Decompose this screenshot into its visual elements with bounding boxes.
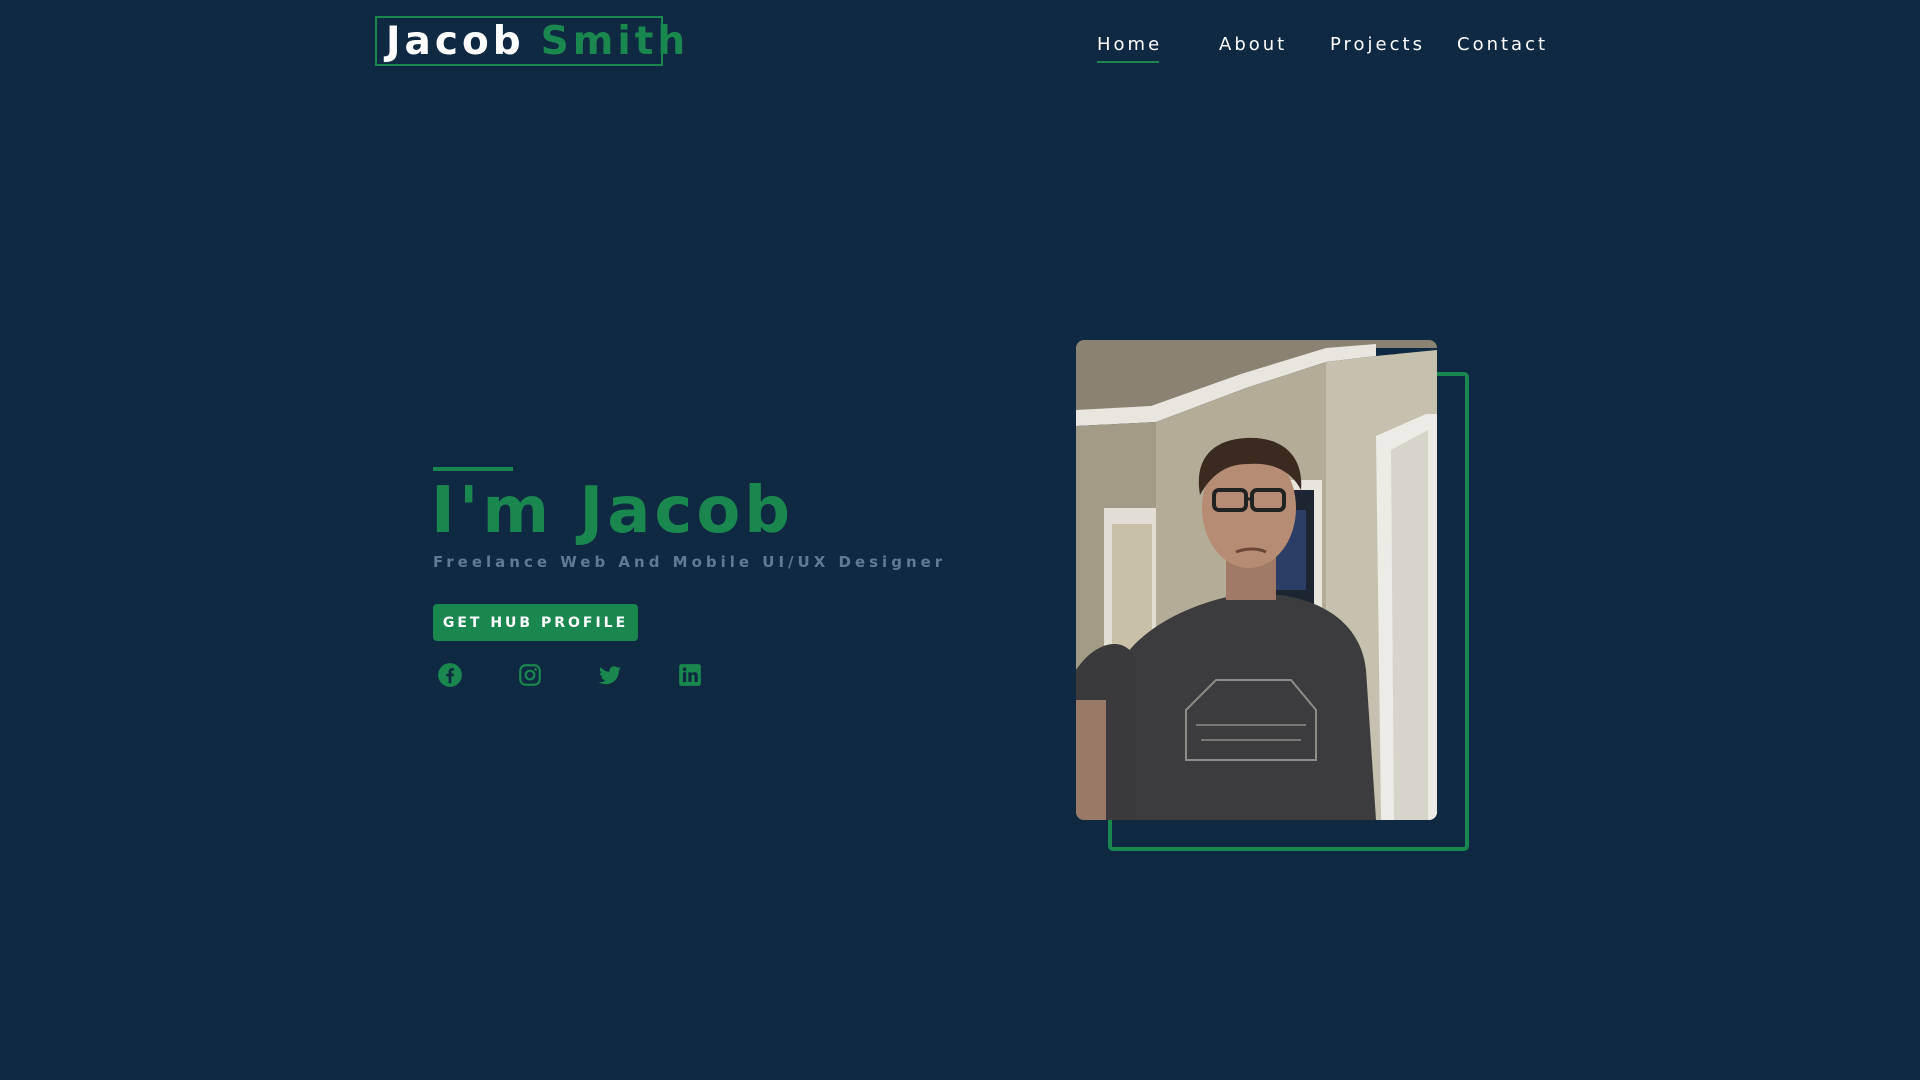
logo-last-name: Smith [540,18,690,64]
profile-photo [1076,340,1437,820]
get-hub-profile-button[interactable]: GET HUB PROFILE [433,604,638,641]
hero-title: I'm Jacob [431,474,795,548]
nav-about[interactable]: About [1219,34,1287,64]
nav-projects[interactable]: Projects [1330,34,1425,64]
linkedin-icon[interactable] [677,662,703,688]
title-accent-line [433,467,513,471]
instagram-icon[interactable] [517,662,543,688]
facebook-icon[interactable] [437,662,463,688]
hero-subtitle: Freelance Web And Mobile UI/UX Designer [433,553,947,571]
nav-home[interactable]: Home [1097,34,1162,64]
page: Jacob Smith Home About Projects Contact … [0,0,1920,1080]
site-logo[interactable]: Jacob Smith [375,16,685,66]
twitter-icon[interactable] [597,662,623,688]
logo-first-name: Jacob [386,18,525,64]
nav-contact[interactable]: Contact [1457,34,1548,64]
